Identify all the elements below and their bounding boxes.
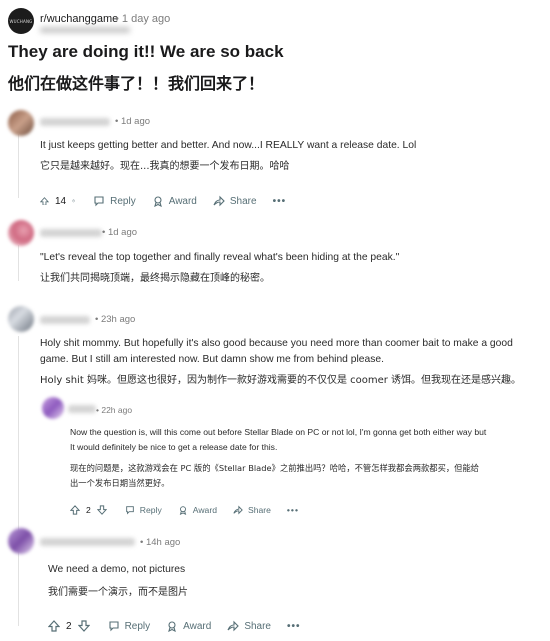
comment-translation: 让我们共同揭晓顶端，最终揭示隐藏在顶峰的秘密。: [40, 273, 270, 284]
avatar[interactable]: [8, 220, 34, 246]
comment-text: It just keeps getting better and better.…: [40, 140, 417, 151]
award-icon: [168, 621, 176, 632]
award-button[interactable]: Award: [152, 195, 197, 207]
comment-bubble-icon: [125, 506, 134, 515]
share-icon: [233, 505, 243, 515]
comment-text: game. But I still am interested now. But…: [40, 354, 384, 365]
upvote-icon[interactable]: [70, 505, 80, 515]
comment-text: Now the question is, will this come out …: [70, 427, 487, 437]
comment-text: Holy shit mommy. But hopefully it's also…: [40, 338, 513, 349]
share-label: Share: [244, 620, 271, 632]
comment-translation: Holy shit 妈咪。但愿这也很好，因为制作一款好游戏需要的不仅仅是 coo…: [40, 375, 522, 386]
comment-translation: 出一个发布日期当然更好。: [70, 478, 170, 488]
award-label: Award: [192, 505, 217, 515]
reply-label: Reply: [110, 195, 136, 207]
more-options-button[interactable]: •••: [287, 505, 299, 515]
reply-button[interactable]: Reply: [108, 620, 151, 632]
share-label: Share: [229, 195, 257, 207]
comment-translation: 现在的问题是，这款游戏会在 PC 版的《Stellar Blade》之前推出吗？…: [70, 463, 480, 473]
reply-label: Reply: [139, 505, 162, 515]
award-button[interactable]: Award: [178, 505, 217, 515]
share-button[interactable]: Share: [213, 195, 257, 207]
share-button[interactable]: Share: [227, 620, 271, 632]
comment-bubble-icon: [109, 621, 119, 632]
avatar[interactable]: [42, 397, 64, 419]
share-label: Share: [247, 505, 271, 515]
avatar[interactable]: [8, 110, 34, 136]
username-blurred: [40, 538, 135, 546]
award-label: Award: [183, 620, 212, 632]
award-icon: [179, 506, 186, 515]
vote-control: 14: [40, 195, 76, 207]
post-title: They are doing it!! We are so back: [8, 42, 284, 61]
reply-button[interactable]: Reply: [125, 505, 162, 515]
thread-line: [18, 245, 19, 281]
vote-control: 2: [70, 505, 107, 515]
comment-text: "Let's reveal the top together and final…: [40, 252, 400, 263]
award-icon: [153, 196, 162, 207]
comment-text: It would definitely be nice to get a rel…: [70, 442, 278, 452]
share-icon: [227, 620, 240, 632]
vote-control: 2: [48, 620, 90, 632]
post-title-translation: 他们在做这件事了！！我们回来了！: [8, 74, 265, 93]
comment-text: We need a demo, not pictures: [48, 564, 186, 575]
upvote-icon[interactable]: [40, 196, 49, 206]
award-button[interactable]: Award: [166, 620, 211, 632]
post-time: • 1 day ago: [115, 13, 171, 25]
award-label: Award: [168, 195, 197, 207]
share-button[interactable]: Share: [233, 505, 271, 515]
reply-button[interactable]: Reply: [93, 195, 136, 207]
username-blurred: [40, 118, 110, 126]
username-blurred: [68, 405, 96, 413]
upvote-icon[interactable]: [48, 620, 60, 632]
comment-time: • 14h ago: [140, 537, 181, 548]
comment-translation: 它只是越来越好。现在...我真的想要一个发布日期。哈哈: [40, 161, 290, 172]
subreddit-avatar[interactable]: WUCHANG: [8, 8, 34, 34]
comment-actions: 2 Reply Award Share •••: [48, 620, 317, 632]
more-options-button[interactable]: •••: [287, 621, 301, 632]
comment-translation: 我们需要一个演示，而不是图片: [48, 587, 188, 598]
post-author-blurred: [40, 27, 130, 33]
username-blurred: [40, 316, 90, 324]
subreddit-avatar-text: WUCHANG: [9, 18, 33, 24]
reply-label: Reply: [124, 620, 151, 632]
subreddit-name[interactable]: r/wuchanggame: [40, 13, 118, 25]
comment-time: • 1d ago: [102, 227, 138, 238]
vote-count: 2: [66, 620, 72, 632]
comment-bubble-icon: [94, 196, 104, 207]
username-blurred: [40, 229, 102, 237]
comment-time: • 23h ago: [95, 314, 136, 325]
thread-line: [18, 336, 19, 626]
share-icon: [213, 195, 225, 207]
vote-count: 2: [86, 505, 91, 515]
downvote-icon[interactable]: [72, 195, 76, 207]
avatar[interactable]: [8, 306, 34, 332]
downvote-icon[interactable]: [77, 620, 90, 632]
more-options-button[interactable]: •••: [273, 196, 287, 207]
comment-time: • 22h ago: [96, 405, 133, 415]
vote-count: 14: [54, 195, 67, 207]
avatar[interactable]: [8, 528, 34, 554]
downvote-icon[interactable]: [96, 505, 107, 515]
comment-time: • 1d ago: [115, 116, 151, 127]
comment-actions: 2 Reply Award Share •••: [70, 505, 315, 515]
thread-line: [18, 134, 19, 198]
comment-actions: 14 Reply Award Share •••: [40, 195, 302, 207]
